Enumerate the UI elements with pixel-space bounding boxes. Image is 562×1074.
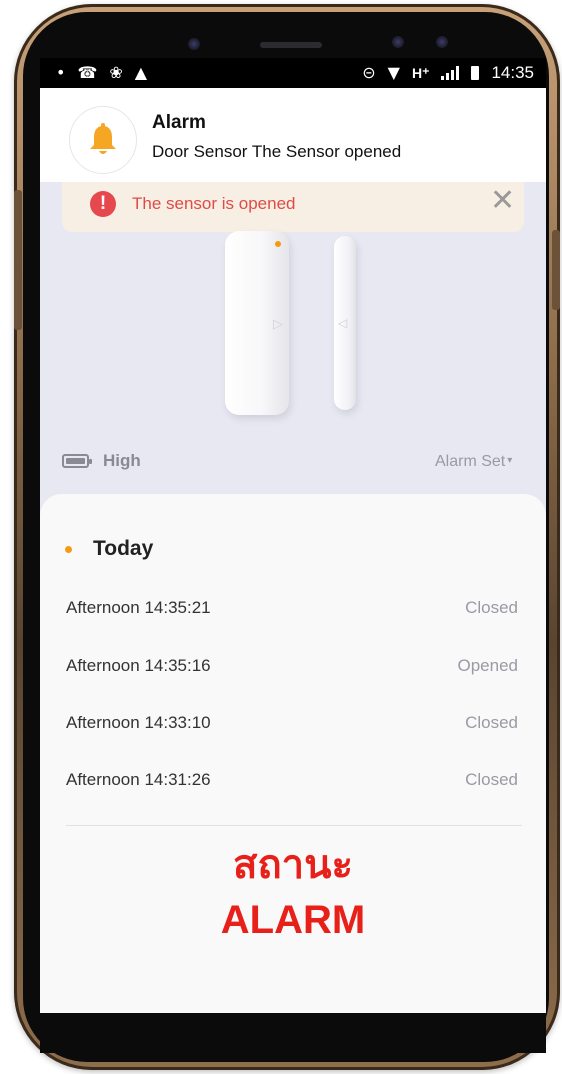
notification-bell-icon: ▲ xyxy=(134,63,148,82)
notification-body: Door Sensor The Sensor opened xyxy=(152,142,402,161)
sensor-led xyxy=(275,241,281,247)
status-bar: • ☎ ❀ ▲ ⊝ ▼ H⁺ 14:35 xyxy=(40,58,546,88)
volume-button xyxy=(14,190,22,330)
history-time: Afternoon 14:35:16 xyxy=(66,656,211,675)
notification-title: Alarm xyxy=(152,112,206,133)
section-title: Today xyxy=(93,537,154,560)
alarm-set-label: Alarm Set xyxy=(435,453,506,470)
divider xyxy=(66,825,522,826)
status-overlay: สถานะ ALARM xyxy=(40,838,546,948)
history-status: Closed xyxy=(465,598,518,617)
history-card: Today Afternoon 14:35:21 Closed Afternoo… xyxy=(40,494,546,1013)
network-type: H⁺ xyxy=(411,64,430,81)
chevron-down-icon: ▾ xyxy=(507,455,513,466)
history-status: Closed xyxy=(465,713,518,732)
earpiece-speaker xyxy=(260,42,322,48)
status-time: 14:35 xyxy=(491,63,534,82)
history-row[interactable]: Afternoon 14:33:10 Closed xyxy=(40,705,546,745)
bell-icon xyxy=(69,106,137,174)
front-camera-secondary xyxy=(436,36,448,48)
overlay-line-alarm: ALARM xyxy=(220,898,366,942)
sensor-alert-banner: ! The sensor is opened ✕ xyxy=(62,182,524,232)
battery-icon xyxy=(471,66,480,80)
missed-call-icon: ☎ xyxy=(77,63,98,82)
history-row[interactable]: Afternoon 14:35:21 Closed xyxy=(40,590,546,630)
section-dot xyxy=(65,546,72,553)
signal-icon xyxy=(441,66,460,80)
history-time: Afternoon 14:31:26 xyxy=(66,770,211,789)
history-status: Closed xyxy=(465,770,518,789)
overlay-line-thai: สถานะ xyxy=(233,843,353,887)
history-row[interactable]: Afternoon 14:35:16 Opened xyxy=(40,648,546,688)
aperture-icon: ❀ xyxy=(109,63,123,82)
bottom-bezel xyxy=(40,1013,546,1053)
sensor-arrow-icon: ▷ xyxy=(273,316,283,331)
magnet-arrow-icon: ◁ xyxy=(338,316,348,330)
dnd-icon: ⊝ xyxy=(362,63,376,82)
front-camera xyxy=(392,36,404,48)
history-time: Afternoon 14:33:10 xyxy=(66,713,211,732)
history-time: Afternoon 14:35:21 xyxy=(66,598,211,617)
location-pin-icon: • xyxy=(56,63,66,82)
battery-level-label: High xyxy=(103,451,141,470)
battery-level-icon xyxy=(62,454,92,468)
front-sensor xyxy=(188,38,200,50)
wifi-icon: ▼ xyxy=(387,63,400,82)
history-row[interactable]: Afternoon 14:31:26 Closed xyxy=(40,762,546,802)
alarm-set-dropdown[interactable]: Alarm Set ▾ xyxy=(435,453,512,471)
history-status: Opened xyxy=(457,656,519,675)
alarm-notification[interactable]: Alarm Door Sensor The Sensor opened xyxy=(40,88,546,182)
app-screen: • ☎ ❀ ▲ ⊝ ▼ H⁺ 14:35 Alarm Door Sensor T… xyxy=(40,58,546,1013)
power-button xyxy=(552,230,560,310)
close-icon[interactable]: ✕ xyxy=(490,186,515,216)
alert-text: The sensor is opened xyxy=(132,194,296,213)
alert-icon: ! xyxy=(90,191,116,217)
